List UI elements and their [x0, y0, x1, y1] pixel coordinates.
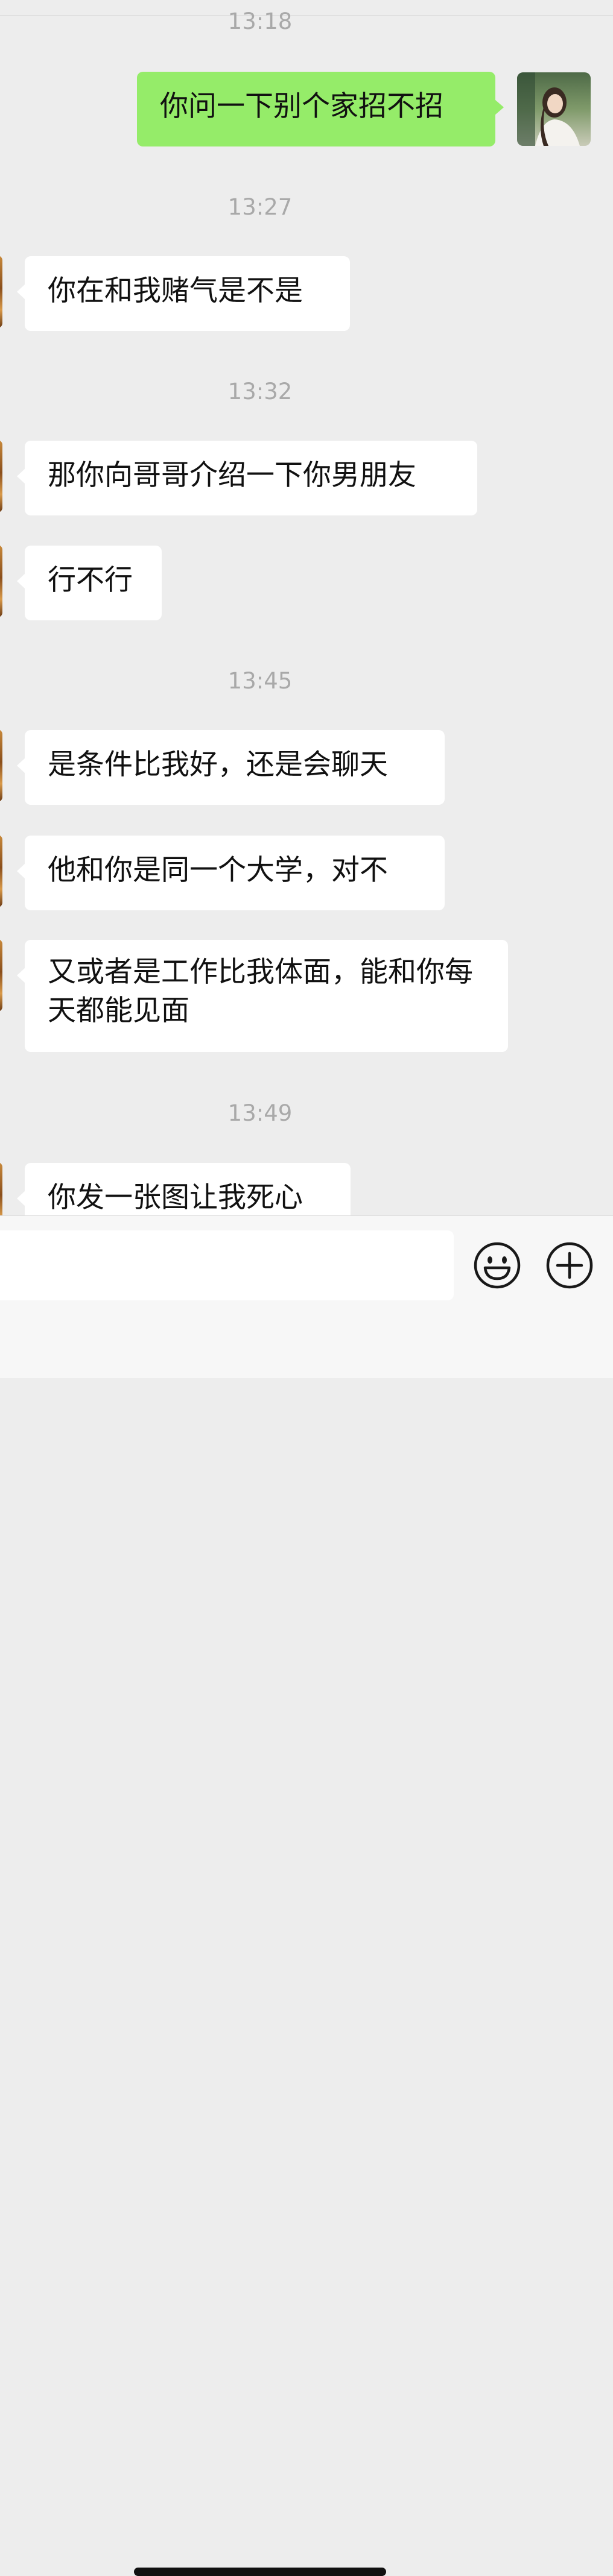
incoming-message[interactable]: 他和你是同一个大学，对不	[17, 836, 445, 910]
avatar-photo-icon	[517, 72, 591, 146]
plus-circle-icon	[546, 1242, 593, 1289]
contact-avatar[interactable]	[0, 1162, 2, 1215]
contact-avatar[interactable]	[0, 256, 2, 328]
contact-avatar[interactable]	[0, 545, 2, 617]
timestamp: 13:45	[227, 668, 293, 694]
incoming-message[interactable]: 你在和我赌气是不是	[17, 256, 350, 331]
incoming-message[interactable]: 行不行	[17, 546, 162, 620]
my-avatar[interactable]	[517, 72, 591, 146]
incoming-message[interactable]: 那你向哥哥介绍一下你男朋友	[17, 441, 477, 515]
incoming-message[interactable]: 是条件比我好，还是会聊天	[17, 730, 445, 805]
emoji-button[interactable]	[473, 1241, 521, 1290]
timestamp: 13:18	[227, 8, 293, 34]
timestamp: 13:32	[227, 379, 293, 405]
contact-avatar[interactable]	[0, 729, 2, 802]
contact-avatar[interactable]	[0, 835, 2, 907]
incoming-message[interactable]: 又或者是工作比我体面，能和你每天都能见面	[17, 940, 508, 1052]
home-indicator[interactable]	[134, 2568, 386, 2576]
incoming-message[interactable]: 你发一张图让我死心	[17, 1163, 351, 1215]
message-input[interactable]	[0, 1230, 454, 1300]
contact-avatar[interactable]	[0, 939, 2, 1012]
smiley-face-icon	[474, 1242, 521, 1289]
more-options-button[interactable]	[545, 1241, 594, 1290]
timestamp: 13:27	[227, 194, 293, 220]
chat-message-list[interactable]: 13:18 你问一下别个家招不招 13:27 你在和我赌气是不是 13:32 那…	[0, 0, 613, 1215]
contact-avatar[interactable]	[0, 440, 2, 512]
timestamp: 13:49	[227, 1100, 293, 1126]
input-bar	[0, 1215, 613, 2576]
outgoing-message[interactable]: 你问一下别个家招不招	[137, 72, 504, 146]
